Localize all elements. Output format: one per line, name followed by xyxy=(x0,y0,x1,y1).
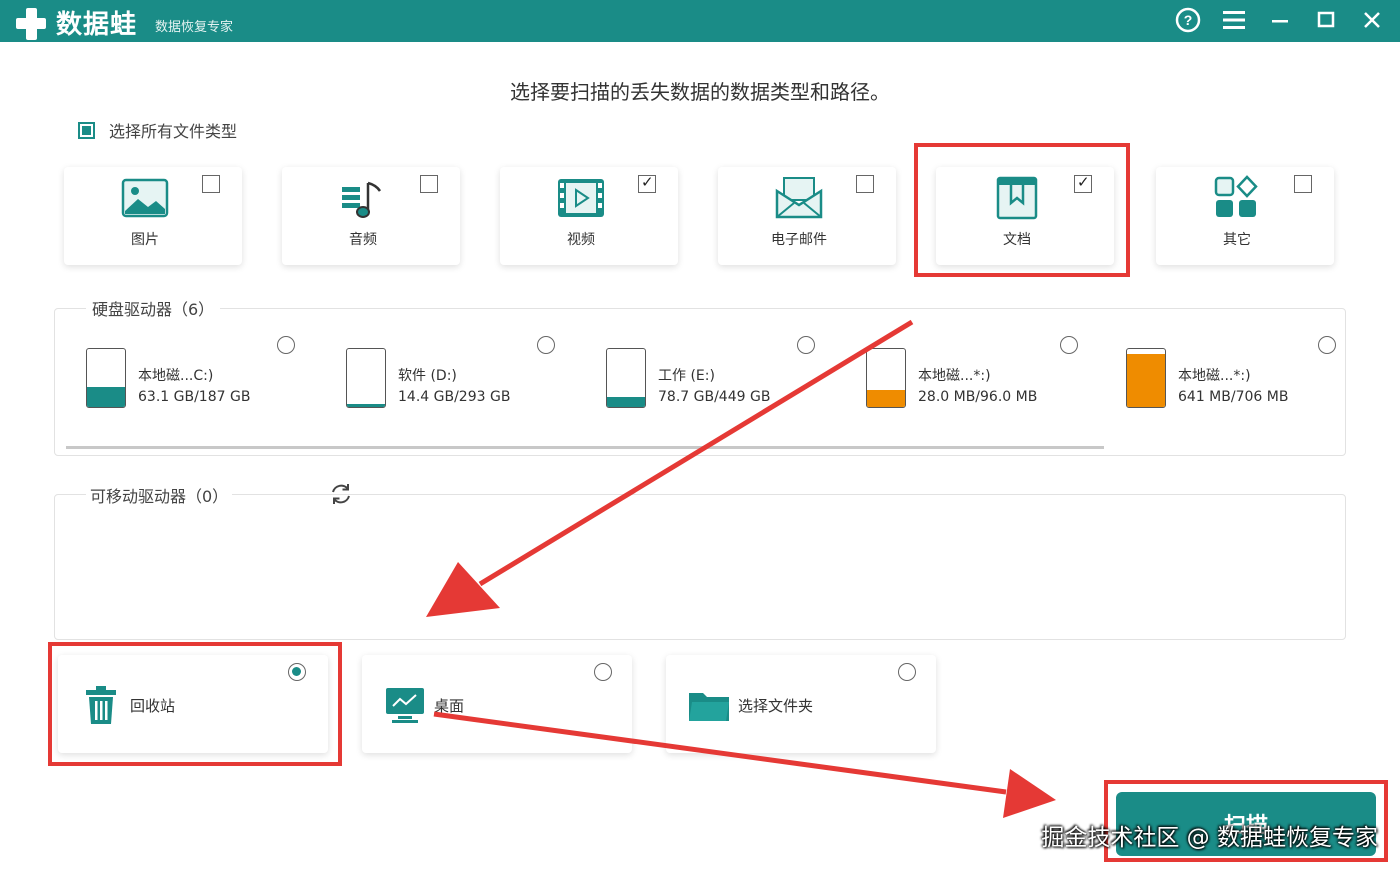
type-checkbox-video[interactable] xyxy=(638,173,656,193)
location-card-desktop[interactable]: 桌面 xyxy=(362,655,632,753)
video-icon xyxy=(558,179,604,217)
type-card-document[interactable]: 文档 xyxy=(936,167,1114,265)
type-label-audio: 音频 xyxy=(349,232,377,248)
desktop-icon xyxy=(386,688,424,723)
type-checkbox-other[interactable] xyxy=(1294,175,1312,193)
type-label-image: 图片 xyxy=(131,232,159,248)
location-radio-recycle-bin[interactable] xyxy=(288,663,306,681)
location-label-folder: 选择文件夹 xyxy=(738,697,814,715)
watermark-text: 掘金技术社区 @ 数据蛙恢复专家 xyxy=(1041,825,1378,851)
type-card-video[interactable]: 视频 xyxy=(500,167,678,265)
type-label-other: 其它 xyxy=(1223,232,1251,248)
minimize-icon[interactable] xyxy=(1266,6,1294,34)
drive-usage-fill xyxy=(867,390,905,407)
drive-name: 本地磁...*:) xyxy=(918,368,991,384)
drive-size: 78.7 GB/449 GB xyxy=(658,389,771,405)
select-all-label: 选择所有文件类型 xyxy=(109,122,238,141)
drives-scrollbar[interactable] xyxy=(66,446,1104,449)
image-icon xyxy=(121,178,169,218)
drive-icon xyxy=(866,348,906,408)
email-icon xyxy=(775,177,823,219)
type-label-email: 电子邮件 xyxy=(771,232,827,248)
type-card-other[interactable]: 其它 xyxy=(1156,167,1334,265)
type-card-image[interactable]: 图片 xyxy=(64,167,242,265)
drive-item[interactable]: 本地磁...*:) 28.0 MB/96.0 MB xyxy=(866,348,1116,412)
type-checkbox-document[interactable] xyxy=(1074,173,1092,193)
drive-size: 28.0 MB/96.0 MB xyxy=(918,389,1038,405)
type-card-email[interactable]: 电子邮件 xyxy=(718,167,896,265)
maximize-icon[interactable] xyxy=(1312,6,1340,34)
drive-size: 14.4 GB/293 GB xyxy=(398,389,511,405)
app-logo: 数据蛙 数据恢复专家 xyxy=(14,4,233,41)
svg-text:?: ? xyxy=(1184,12,1193,28)
location-radio-folder[interactable] xyxy=(898,663,916,681)
type-label-video: 视频 xyxy=(567,232,595,248)
select-all-checkbox[interactable]: 选择所有文件类型 xyxy=(78,118,237,142)
removable-drives-title: 可移动驱动器（0） xyxy=(86,483,233,507)
menu-icon[interactable] xyxy=(1220,6,1248,34)
drive-size: 641 MB/706 MB xyxy=(1178,389,1289,405)
location-card-recycle-bin[interactable]: 回收站 xyxy=(58,655,328,753)
drive-usage-fill xyxy=(607,396,645,407)
drive-usage-fill xyxy=(1127,354,1165,407)
title-bar: 数据蛙 数据恢复专家 ? xyxy=(0,0,1400,42)
help-icon[interactable]: ? xyxy=(1174,6,1202,34)
drive-icon xyxy=(1126,348,1166,408)
type-checkbox-email[interactable] xyxy=(856,175,874,193)
location-label-recycle-bin: 回收站 xyxy=(130,697,176,715)
drive-radio[interactable] xyxy=(1060,336,1078,354)
drive-name: 本地磁...*:) xyxy=(1178,368,1251,384)
drive-icon xyxy=(346,348,386,408)
drive-usage-fill xyxy=(87,387,125,407)
drive-size: 63.1 GB/187 GB xyxy=(138,389,251,405)
app-subtitle: 数据恢复专家 xyxy=(155,20,234,35)
drive-radio[interactable] xyxy=(537,336,555,354)
drive-usage-fill xyxy=(347,404,385,407)
arrow-head-scan xyxy=(1003,769,1056,818)
type-checkbox-audio[interactable] xyxy=(420,175,438,193)
recycle-bin-icon xyxy=(86,686,116,724)
page-heading: 选择要扫描的丢失数据的数据类型和路径。 xyxy=(510,80,890,104)
drive-icon xyxy=(86,348,126,408)
select-all-box[interactable] xyxy=(78,121,95,139)
logo-cross-icon xyxy=(14,6,50,40)
drive-item[interactable]: 软件 (D:) 14.4 GB/293 GB xyxy=(346,348,596,412)
document-icon xyxy=(996,176,1038,220)
drive-item[interactable]: 工作 (E:) 78.7 GB/449 GB xyxy=(606,348,856,412)
other-icon xyxy=(1214,175,1258,217)
location-radio-desktop[interactable] xyxy=(594,663,612,681)
refresh-icon[interactable] xyxy=(328,481,354,507)
removable-drives-panel xyxy=(54,494,1346,640)
drive-name: 软件 (D:) xyxy=(398,368,457,384)
drive-icon xyxy=(606,348,646,408)
close-icon[interactable] xyxy=(1358,6,1386,34)
audio-icon xyxy=(342,181,382,218)
drive-radio[interactable] xyxy=(1318,336,1336,354)
type-card-audio[interactable]: 音频 xyxy=(282,167,460,265)
app-name: 数据蛙 xyxy=(56,10,138,40)
drive-name: 本地磁...C:) xyxy=(138,368,214,384)
drive-item[interactable]: 本地磁...C:) 63.1 GB/187 GB xyxy=(86,348,336,412)
type-checkbox-image[interactable] xyxy=(202,175,220,193)
drive-radio[interactable] xyxy=(797,336,815,354)
type-label-document: 文档 xyxy=(1003,232,1031,248)
drive-radio[interactable] xyxy=(277,336,295,354)
drive-name: 工作 (E:) xyxy=(658,368,715,384)
folder-icon xyxy=(689,693,729,721)
drive-item[interactable]: 本地磁...*:) 641 MB/706 MB xyxy=(1126,348,1376,412)
location-label-desktop: 桌面 xyxy=(434,697,465,715)
hard-drives-title: 硬盘驱动器（6） xyxy=(86,296,221,320)
location-card-folder[interactable]: 选择文件夹 xyxy=(666,655,936,753)
